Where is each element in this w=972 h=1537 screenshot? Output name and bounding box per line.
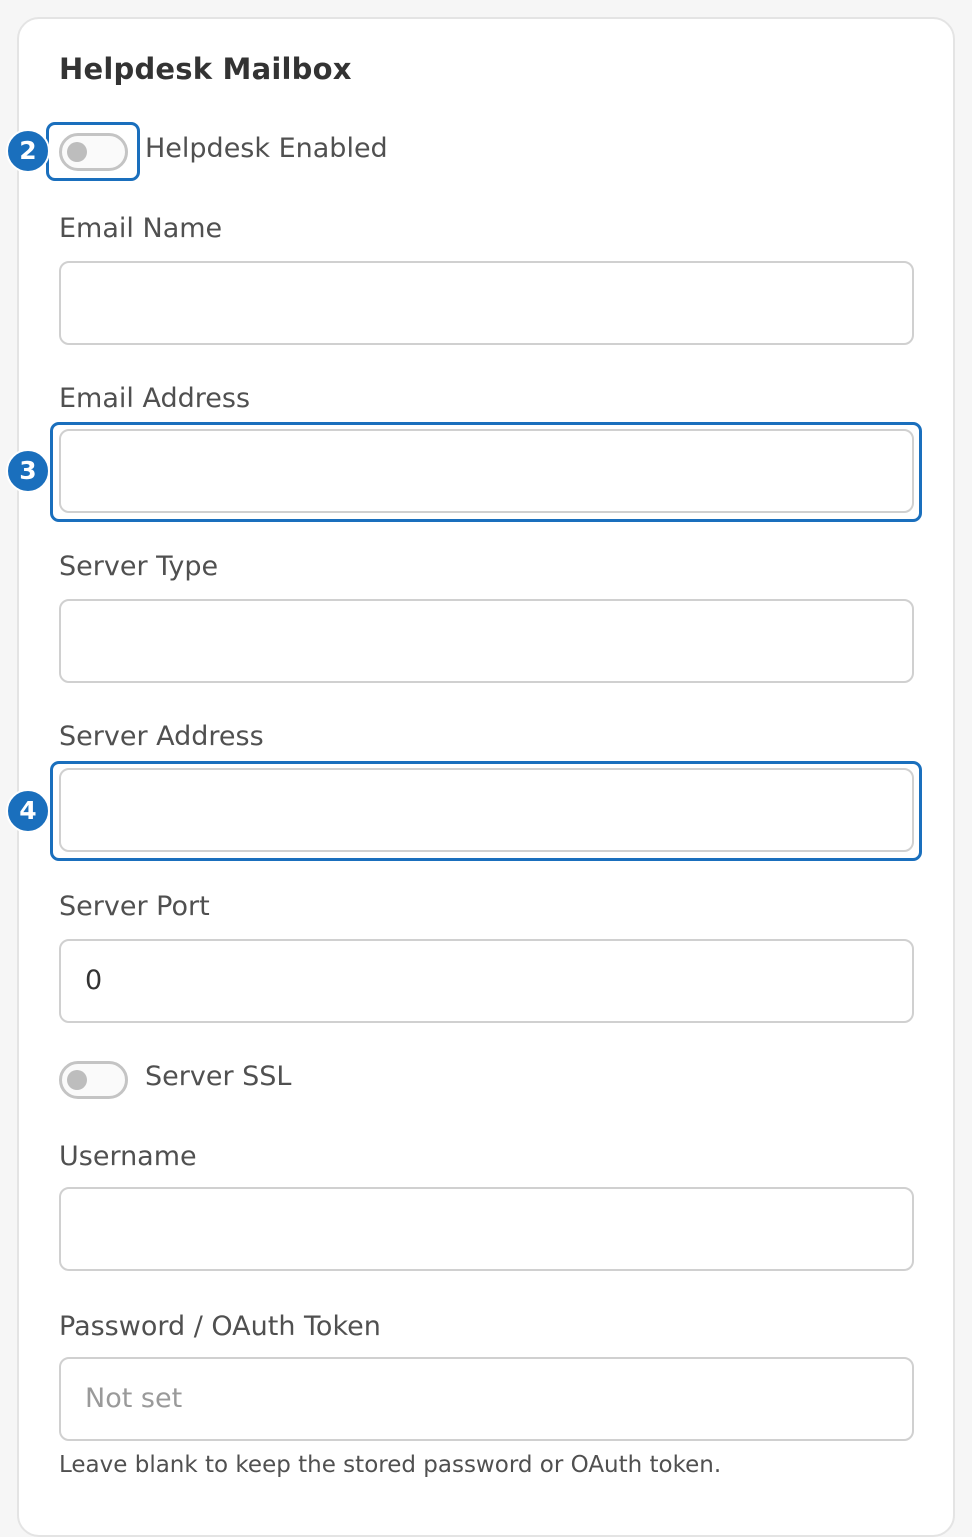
username-input[interactable] — [59, 1187, 914, 1271]
server-ssl-label: Server SSL — [145, 1061, 292, 1092]
annotation-badge-3: 3 — [6, 449, 50, 493]
helpdesk-enabled-label: Helpdesk Enabled — [145, 133, 388, 164]
server-type-input[interactable] — [59, 599, 914, 683]
server-address-label: Server Address — [59, 721, 264, 752]
section-title: Helpdesk Mailbox — [59, 52, 352, 86]
password-input[interactable]: Not set — [59, 1357, 914, 1441]
annotation-badge-2: 2 — [6, 129, 50, 173]
email-name-input[interactable] — [59, 261, 914, 345]
server-ssl-toggle[interactable] — [59, 1061, 128, 1099]
server-type-label: Server Type — [59, 551, 219, 582]
email-address-input[interactable] — [59, 429, 914, 513]
password-help-text: Leave blank to keep the stored password … — [59, 1452, 722, 1478]
server-address-input[interactable] — [59, 768, 914, 852]
username-label: Username — [59, 1141, 197, 1172]
server-port-input[interactable]: 0 — [59, 939, 914, 1023]
toggle-knob — [67, 142, 87, 162]
toggle-knob — [67, 1070, 87, 1090]
helpdesk-enabled-toggle[interactable] — [59, 133, 128, 171]
annotation-badge-4: 4 — [6, 789, 50, 833]
email-address-label: Email Address — [59, 383, 251, 414]
server-port-label: Server Port — [59, 891, 210, 922]
password-label: Password / OAuth Token — [59, 1311, 381, 1342]
email-name-label: Email Name — [59, 213, 223, 244]
